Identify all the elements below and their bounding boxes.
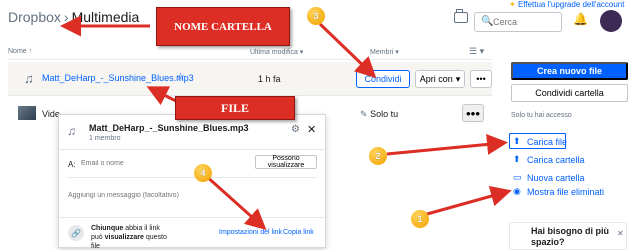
file-name-link[interactable]: Matt_DeHarp_-_Sunshine_Blues.mp3 [42,73,194,83]
share-button[interactable]: Condividi [356,70,410,88]
step-badge-2: 2 [369,147,387,165]
callout-folder-name: NOME CARTELLA [156,7,290,46]
share-folder-button[interactable]: Condividi cartella [511,84,628,102]
column-modified-header[interactable]: Ultima modifica ▾ [250,48,303,56]
column-name-header[interactable]: Nome ↑ [8,48,32,55]
close-icon[interactable]: ✕ [617,229,624,238]
link-access-perm: visualizzare [104,234,144,241]
link-access-text: Chiunque abbia il link può visualizzare … [91,224,171,250]
step-badge-1: 1 [411,210,429,228]
view-options-icon[interactable]: ☰ ▾ [469,46,484,57]
breadcrumb-current: Multimedia [71,9,140,25]
bell-icon[interactable]: 🔔 [573,12,588,26]
upload-icon: ⬆ [513,136,521,146]
members-cell: ✎ Solo tu [360,109,398,120]
star-icon[interactable]: ☆ [176,72,185,83]
create-new-file-button[interactable]: Crea nuovo file [511,62,628,80]
permission-dropdown[interactable]: Possono visualizzare [255,155,317,169]
arrow-1 [419,185,512,218]
arrow-2 [386,133,508,156]
upgrade-icon: ✦ [509,0,516,9]
open-with-label: Apri con [419,74,453,84]
step-badge-4: 4 [194,164,212,182]
email-field[interactable] [81,156,241,170]
eye-icon: ◉ [513,186,521,196]
open-with-button[interactable]: Apri con ▾ [415,70,465,88]
search-box[interactable]: 🔍 [474,12,562,32]
modified-time: 1 h fa [258,74,281,84]
breadcrumb-root[interactable]: Dropbox [8,9,61,25]
pen-icon: ✎ [360,109,368,119]
more-options-button[interactable]: ••• [462,104,484,122]
audio-file-icon: ♫ [67,124,76,138]
share-dialog: ♫ Matt_DeHarp_-_Sunshine_Blues.mp3 1 mem… [58,114,326,250]
divider [67,177,317,178]
column-members-header[interactable]: Membri ▾ [370,48,399,56]
link-icon: 🔗 [68,225,84,241]
folder-icon[interactable] [454,9,468,23]
upload-file-item[interactable]: ⬆ Carica file [513,136,567,147]
message-field[interactable] [68,188,308,202]
breadcrumb-separator: › [63,9,69,25]
help-text: Hai bisogno di più spazio? [531,226,609,247]
breadcrumb: Dropbox › Multimedia [8,9,139,25]
gear-icon[interactable]: ⚙ [291,124,300,135]
divider [59,217,325,218]
folder-icon: ▭ [513,172,522,182]
avatar[interactable] [600,10,622,32]
new-folder-label: Nuova cartella [527,172,585,183]
upgrade-link[interactable]: ✦ Effettua l'upgrade dell'account [509,0,624,9]
show-deleted-files-label: Mostra file eliminati [527,186,605,197]
divider [59,149,325,150]
step-badge-3: 3 [307,7,325,25]
link-access-who: Chiunque [91,225,124,232]
upload-file-label: Carica file [527,136,568,147]
divider [8,59,492,60]
audio-file-icon: ♫ [24,71,34,86]
more-options-button[interactable]: ••• [470,70,492,88]
upload-folder-item[interactable]: ⬆ Carica cartella [513,154,585,165]
upload-folder-label: Carica cartella [527,154,585,165]
video-thumbnail[interactable] [18,106,36,120]
search-input[interactable] [493,15,559,29]
show-deleted-files-item[interactable]: ◉ Mostra file eliminati [513,186,604,197]
separator-dot: · [273,229,276,236]
chevron-down-icon: ▾ [455,73,461,84]
search-icon: 🔍 [481,16,494,27]
member-count: 1 membro [89,135,121,142]
callout-file: FILE [175,96,295,120]
new-folder-item[interactable]: ▭ Nuova cartella [513,172,585,183]
members-label: Solo tu [370,109,399,119]
access-label: Solo tu hai accesso [511,112,572,119]
close-icon[interactable]: ✕ [307,123,316,136]
to-label: A: [68,160,76,169]
dialog-title: Matt_DeHarp_-_Sunshine_Blues.mp3 [89,123,249,133]
copy-link-button[interactable]: Copia link [283,229,314,236]
upgrade-label: Effettua l'upgrade dell'account [517,0,625,9]
table-row[interactable]: ♫ Matt_DeHarp_-_Sunshine_Blues.mp3 ☆ 1 h… [8,62,492,95]
upload-folder-icon: ⬆ [513,154,521,164]
